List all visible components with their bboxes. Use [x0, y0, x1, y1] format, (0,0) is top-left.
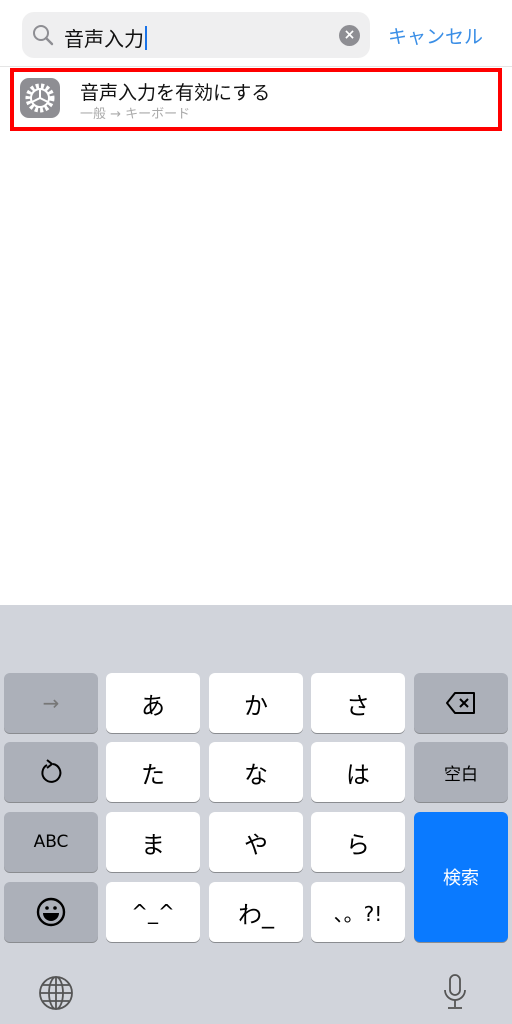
keyboard: → あ か さ た な は 空白 ABC ま や ら 検索 ^_^ わ_ 、。?…: [0, 605, 512, 1024]
undo-icon: [41, 759, 62, 783]
text-caret: [145, 26, 147, 50]
globe-icon[interactable]: [38, 975, 74, 1011]
abc-key[interactable]: ABC: [4, 812, 98, 872]
microphone-icon[interactable]: [442, 973, 468, 1011]
space-key[interactable]: 空白: [414, 742, 508, 802]
key-punctuation[interactable]: 、。?!: [311, 882, 405, 942]
key-ya[interactable]: や: [209, 812, 303, 872]
key-wa[interactable]: わ_: [209, 882, 303, 942]
emoji-icon: [36, 897, 66, 927]
search-field[interactable]: 音声入力 ×: [22, 12, 370, 58]
key-na[interactable]: な: [209, 742, 303, 802]
search-key[interactable]: 検索: [414, 812, 508, 942]
key-ra[interactable]: ら: [311, 812, 405, 872]
cancel-button[interactable]: キャンセル: [388, 22, 483, 49]
search-input[interactable]: 音声入力: [64, 23, 147, 52]
highlight-box: [10, 68, 502, 131]
search-icon: [33, 25, 54, 46]
delete-icon: [446, 692, 475, 714]
key-ta[interactable]: た: [106, 742, 200, 802]
key-next[interactable]: →: [4, 673, 98, 733]
key-ma[interactable]: ま: [106, 812, 200, 872]
delete-key[interactable]: [414, 673, 508, 733]
emoji-key[interactable]: [4, 882, 98, 942]
key-kaomoji[interactable]: ^_^: [106, 882, 200, 942]
undo-key[interactable]: [4, 742, 98, 802]
key-a[interactable]: あ: [106, 673, 200, 733]
key-ha[interactable]: は: [311, 742, 405, 802]
key-ka[interactable]: か: [209, 673, 303, 733]
clear-icon[interactable]: ×: [339, 25, 360, 46]
key-sa[interactable]: さ: [311, 673, 405, 733]
